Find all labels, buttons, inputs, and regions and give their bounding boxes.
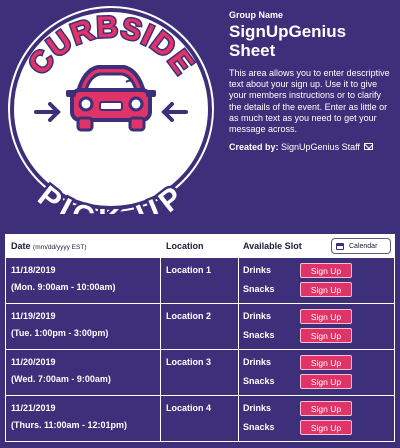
row-time: (Mon. 9:00am - 10:00am) xyxy=(11,282,116,292)
sheet-description: This area allows you to enter descriptiv… xyxy=(229,68,390,135)
row-location: Location 1 xyxy=(166,265,212,275)
created-by-name: SignUpGenius Staff xyxy=(281,142,360,153)
table-header: Date (mm/dd/yyyy EST) Location Available… xyxy=(6,235,394,257)
column-divider xyxy=(160,258,161,304)
group-name-label: Group Name xyxy=(229,10,284,20)
sheet-info: Group Name SignUpGenius Sheet This area … xyxy=(229,10,394,153)
slot-name: Drinks xyxy=(243,403,272,413)
column-divider xyxy=(160,396,161,442)
table-row: 11/20/2019 (Wed. 7:00am - 9:00am) Location… xyxy=(6,349,394,396)
row-time: (Wed. 7:00am - 9:00am) xyxy=(11,374,111,384)
sign-up-button[interactable]: Sign Up xyxy=(300,309,352,324)
table-row: 11/19/2019 (Tue. 1:00pm - 3:00pm) Location… xyxy=(6,303,394,350)
slot-name: Snacks xyxy=(243,376,275,386)
date-header-label: Date xyxy=(11,241,31,251)
created-by: Created by: SignUpGenius Staff xyxy=(229,142,394,153)
slot-column-header: Available Slot xyxy=(243,241,302,251)
column-divider xyxy=(238,304,239,350)
table-row: 11/18/2019 (Mon. 9:00am - 10:00am) Locatio… xyxy=(6,257,394,304)
row-time: (Tue. 1:00pm - 3:00pm) xyxy=(11,328,109,338)
location-column-header: Location xyxy=(166,241,204,251)
slot-name: Snacks xyxy=(243,284,275,294)
slot-name: Drinks xyxy=(243,357,272,367)
column-divider xyxy=(238,258,239,304)
sheet-title-line2: Sheet xyxy=(229,41,276,60)
column-divider xyxy=(238,396,239,442)
logo-graphic: CURBSIDE PICK-UP xyxy=(8,6,214,239)
curbside-pickup-logo: CURBSIDE PICK-UP xyxy=(6,4,216,239)
calendar-icon xyxy=(336,242,344,250)
table-row: 11/21/2019 (Thurs. 11:00am - 12:01pm) Loca… xyxy=(6,395,394,442)
signup-table: Date (mm/dd/yyyy EST) Location Available… xyxy=(5,234,395,442)
slot-name: Drinks xyxy=(243,265,272,275)
row-date: 11/19/2019 xyxy=(11,311,56,321)
sign-up-button[interactable]: Sign Up xyxy=(300,355,352,370)
sign-up-button[interactable]: Sign Up xyxy=(300,328,352,343)
column-divider xyxy=(238,350,239,396)
calendar-button-label: Calendar xyxy=(349,242,378,250)
slot-name: Snacks xyxy=(243,330,275,340)
sign-up-button[interactable]: Sign Up xyxy=(300,282,352,297)
row-time: (Thurs. 11:00am - 12:01pm) xyxy=(11,420,128,430)
calendar-button[interactable]: Calendar xyxy=(331,238,391,254)
date-format-label: (mm/dd/yyyy EST) xyxy=(33,244,87,251)
sign-up-button[interactable]: Sign Up xyxy=(300,263,352,278)
row-location: Location 3 xyxy=(166,357,212,367)
row-location: Location 4 xyxy=(166,403,212,413)
column-divider xyxy=(160,350,161,396)
row-date: 11/21/2019 xyxy=(11,403,56,413)
column-divider xyxy=(160,304,161,350)
sign-up-button[interactable]: Sign Up xyxy=(300,420,352,435)
date-column-header: Date (mm/dd/yyyy EST) xyxy=(11,241,86,251)
row-location: Location 2 xyxy=(166,311,212,321)
mail-icon[interactable] xyxy=(364,143,374,151)
slot-name: Drinks xyxy=(243,311,272,321)
sign-up-button[interactable]: Sign Up xyxy=(300,374,352,389)
sign-up-button[interactable]: Sign Up xyxy=(300,401,352,416)
row-date: 11/20/2019 xyxy=(11,357,56,367)
sheet-title: SignUpGenius Sheet xyxy=(229,22,394,60)
created-by-label: Created by: xyxy=(229,142,279,153)
slot-name: Snacks xyxy=(243,422,275,432)
row-date: 11/18/2019 xyxy=(11,265,56,275)
sheet-title-line1: SignUpGenius xyxy=(229,22,347,41)
